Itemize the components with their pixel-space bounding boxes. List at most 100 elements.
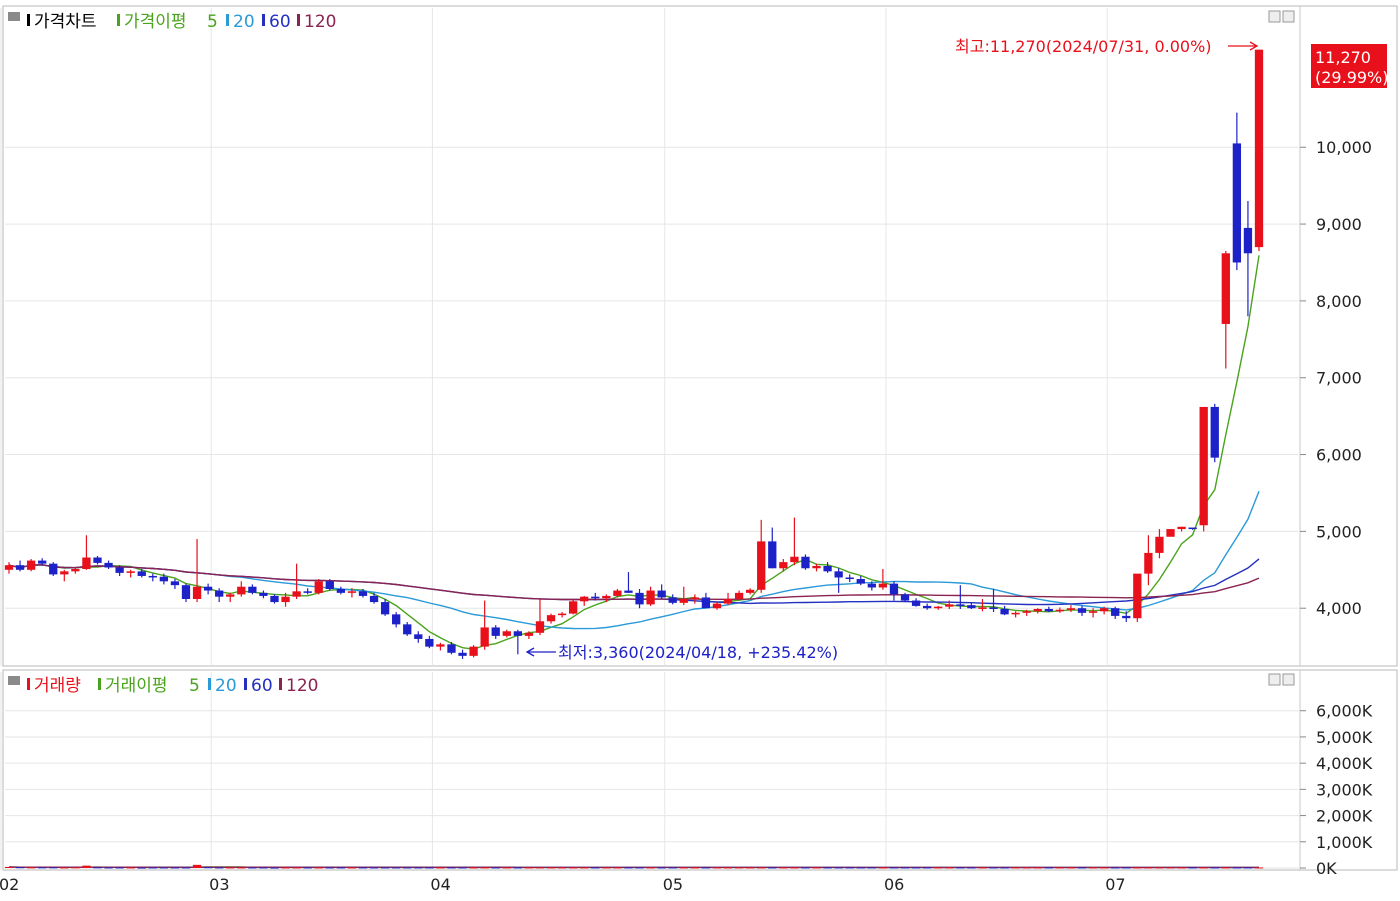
candle-body xyxy=(425,639,433,647)
volume-bar xyxy=(624,867,632,868)
volume-bar xyxy=(359,867,367,868)
candle-body xyxy=(1023,611,1031,613)
volume-bar xyxy=(93,867,101,868)
volume-bar xyxy=(1000,867,1008,868)
x-tick-label: 07 xyxy=(1105,875,1125,894)
volume-bar xyxy=(1023,867,1031,868)
volume-ma-legend-marker xyxy=(98,678,101,690)
candle-body xyxy=(713,604,721,609)
candle-body xyxy=(16,565,24,570)
volume-bar xyxy=(569,867,577,868)
candle-body xyxy=(458,653,466,656)
volume-bar xyxy=(447,867,455,868)
volume-bar xyxy=(326,867,334,868)
candle-body xyxy=(315,581,323,593)
candle-body xyxy=(1200,407,1208,525)
volume-bar xyxy=(702,867,710,868)
volume-tick-label: 4,000K xyxy=(1316,754,1373,773)
candle-body xyxy=(503,631,511,636)
volume-bar xyxy=(1211,867,1219,868)
volume-ma5-label: 5 xyxy=(189,676,200,696)
volume-bar xyxy=(669,867,677,868)
candle-body xyxy=(879,584,887,588)
volume-bar xyxy=(801,867,809,868)
volume-bar xyxy=(890,867,898,868)
volume-bar xyxy=(38,867,46,868)
volume-bar xyxy=(370,867,378,868)
volume-bar xyxy=(215,867,223,868)
price-ma20-marker xyxy=(226,14,229,26)
current-price-change: (29.99%) xyxy=(1315,68,1389,87)
volume-bar xyxy=(281,867,289,868)
volume-bar xyxy=(1200,867,1208,868)
volume-bar xyxy=(1011,867,1019,868)
volume-bar xyxy=(857,867,865,868)
candle-body xyxy=(669,597,677,602)
volume-bar xyxy=(292,867,300,868)
candle-body xyxy=(934,607,942,609)
volume-bar xyxy=(304,867,312,868)
volume-panel-close-icon[interactable] xyxy=(1283,674,1294,685)
candle-body xyxy=(912,601,920,606)
price-ma20-label: 20 xyxy=(233,12,255,32)
candle-body xyxy=(923,606,931,608)
candle-body xyxy=(646,591,654,605)
candle-body xyxy=(834,571,842,577)
high-price-annotation: 최고:11,270(2024/07/31, 0.00%) xyxy=(955,37,1212,56)
volume-bar xyxy=(757,867,765,868)
candle-body xyxy=(171,581,179,585)
price-tick-label: 8,000 xyxy=(1316,292,1362,311)
x-tick-label: 02 xyxy=(0,875,19,894)
candle-body xyxy=(370,596,378,602)
volume-bar xyxy=(901,867,909,868)
volume-bar xyxy=(1155,867,1163,868)
candle-body xyxy=(182,585,190,599)
price-panel-menu-icon[interactable] xyxy=(8,12,20,21)
volume-bar xyxy=(613,867,621,868)
candle-body xyxy=(514,631,522,636)
price-tick-label: 4,000 xyxy=(1316,599,1362,618)
volume-tick-label: 1,000K xyxy=(1316,833,1373,852)
volume-bar xyxy=(138,868,146,869)
price-legend-title: 가격차트 xyxy=(34,12,97,32)
candle-body xyxy=(779,562,787,568)
candle-body xyxy=(337,589,345,593)
volume-bar xyxy=(425,867,433,868)
price-panel-close-icon[interactable] xyxy=(1283,11,1294,22)
candle-body xyxy=(735,593,743,599)
volume-bar xyxy=(923,867,931,868)
volume-ma-legend-label: 거래이평 xyxy=(105,676,168,696)
candle-body xyxy=(812,566,820,568)
candle-body xyxy=(580,597,588,602)
volume-bar xyxy=(1100,867,1108,868)
candle-body xyxy=(1144,553,1152,574)
candle-body xyxy=(71,569,79,571)
volume-bar xyxy=(724,867,732,868)
volume-bar xyxy=(834,867,842,868)
volume-panel-menu-icon[interactable] xyxy=(8,676,20,685)
candle-body xyxy=(536,621,544,633)
candle-body xyxy=(1045,609,1053,611)
volume-bar xyxy=(514,867,522,868)
candle-body xyxy=(281,597,289,602)
candle-body xyxy=(292,591,300,596)
price-ma5-label: 5 xyxy=(207,12,218,32)
volume-bar xyxy=(1067,867,1075,868)
candle-body xyxy=(492,627,500,635)
candle-body xyxy=(956,604,964,606)
candle-body xyxy=(1034,609,1042,611)
candle-body xyxy=(591,597,599,599)
volume-bar xyxy=(602,867,610,868)
volume-bar xyxy=(1144,867,1152,868)
candle-body xyxy=(890,584,898,595)
candle-body xyxy=(5,565,13,570)
volume-bar xyxy=(337,867,345,868)
volume-panel-minimize-icon[interactable] xyxy=(1269,674,1280,685)
price-ma60-marker xyxy=(262,14,265,26)
volume-bar xyxy=(956,867,964,868)
volume-bar xyxy=(735,867,743,868)
volume-tick-label: 3,000K xyxy=(1316,780,1373,799)
candle-body xyxy=(790,557,798,562)
price-panel-minimize-icon[interactable] xyxy=(1269,11,1280,22)
volume-bar xyxy=(127,867,135,868)
